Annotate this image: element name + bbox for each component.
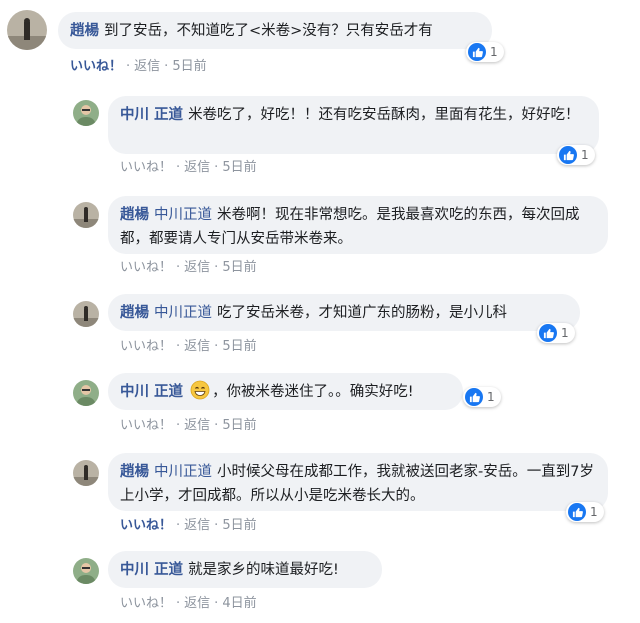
comment-author[interactable]: 趙楊: [70, 23, 99, 39]
separator: ·: [176, 339, 181, 354]
avatar-image: [73, 460, 99, 486]
separator: ·: [164, 59, 169, 74]
comment-bubble: 趙楊 中川正道 吃了安岳米卷，才知道广东的肠粉，是小儿科: [108, 294, 580, 331]
avatar[interactable]: [73, 202, 99, 228]
reaction-count-badge[interactable]: 1: [566, 502, 604, 522]
thumbs-up-icon: [568, 503, 586, 521]
reaction-count-badge[interactable]: 1: [463, 387, 501, 407]
comment-text: 吃了安岳米卷，才知道广东的肠粉，是小儿科: [217, 305, 507, 321]
comment-author[interactable]: 趙楊: [120, 207, 149, 223]
comment-author[interactable]: 中川 正道: [120, 107, 183, 123]
avatar[interactable]: [73, 460, 99, 486]
comment-actions: いいね！ · 返信 · 5日前: [120, 514, 257, 533]
timestamp[interactable]: 5日前: [222, 339, 256, 354]
mention-tag[interactable]: 中川正道: [154, 207, 212, 223]
reply-link[interactable]: 返信: [184, 260, 210, 275]
comment-text: ，你被米卷迷住了。。确实好吃!: [212, 384, 414, 400]
separator: ·: [214, 418, 219, 433]
comment-actions: いいね！ · 返信 · 5日前: [70, 55, 207, 74]
avatar[interactable]: [73, 380, 99, 406]
reaction-count: 1: [581, 148, 589, 162]
timestamp[interactable]: 5日前: [222, 260, 256, 275]
avatar[interactable]: [73, 100, 99, 126]
comment-bubble: 中川 正道 米卷吃了，好吃！！还有吃安岳酥肉，里面有花生，好好吃！: [108, 96, 599, 154]
like-link[interactable]: いいね！: [120, 418, 172, 433]
reaction-count: 1: [561, 326, 569, 340]
comment-text: 到了安岳，不知道吃了<米卷>没有？只有安岳才有: [104, 23, 433, 39]
comment-actions: いいね！ · 返信 · 5日前: [120, 335, 257, 354]
comment-author[interactable]: 中川 正道: [120, 562, 183, 578]
separator: ·: [214, 518, 219, 533]
comment-text: 就是家乡的味道最好吃!: [188, 562, 339, 578]
grinning-face-icon: [190, 380, 210, 400]
thumbs-up-icon: [539, 324, 557, 342]
comment-bubble: 趙楊 中川正道 米卷啊！现在非常想吃。是我最喜欢吃的东西，每次回成都，都要请人专门从…: [108, 196, 608, 254]
separator: ·: [176, 418, 181, 433]
comment-actions: いいね！ · 返信 · 5日前: [120, 414, 257, 433]
avatar-image: [7, 10, 47, 50]
timestamp[interactable]: 4日前: [222, 596, 256, 611]
thumbs-up-icon: [468, 43, 486, 61]
separator: ·: [176, 260, 181, 275]
avatar-image: [73, 100, 99, 126]
reply-link[interactable]: 返信: [184, 518, 210, 533]
comment-author[interactable]: 趙楊: [120, 464, 149, 480]
avatar-image: [73, 558, 99, 584]
reaction-count: 1: [490, 45, 498, 59]
comment-actions: いいね！ · 返信 · 5日前: [120, 256, 257, 275]
comment-actions: いいね！ · 返信 · 5日前: [120, 156, 257, 175]
separator: ·: [214, 596, 219, 611]
timestamp[interactable]: 5日前: [222, 418, 256, 433]
like-link[interactable]: いいね！: [120, 160, 172, 175]
timestamp[interactable]: 5日前: [222, 160, 256, 175]
separator: ·: [214, 160, 219, 175]
separator: ·: [214, 260, 219, 275]
comment-author[interactable]: 中川 正道: [120, 384, 183, 400]
comment-bubble: 趙楊 中川正道 小时候父母在成都工作，我就被送回老家-安岳。一直到7岁上小学，才回成…: [108, 453, 608, 511]
like-link[interactable]: いいね！: [120, 518, 172, 533]
avatar-image: [73, 301, 99, 327]
like-link[interactable]: いいね！: [70, 59, 122, 74]
separator: ·: [176, 160, 181, 175]
mention-tag[interactable]: 中川正道: [154, 464, 212, 480]
comment-bubble: 趙楊 到了安岳，不知道吃了<米卷>没有？只有安岳才有: [58, 12, 492, 49]
separator: ·: [126, 59, 131, 74]
like-link[interactable]: いいね！: [120, 339, 172, 354]
reply-link[interactable]: 返信: [134, 59, 160, 74]
reply-link[interactable]: 返信: [184, 160, 210, 175]
reaction-count-badge[interactable]: 1: [466, 42, 504, 62]
comment-actions: いいね！ · 返信 · 4日前: [120, 592, 257, 611]
thumbs-up-icon: [559, 146, 577, 164]
avatar[interactable]: [7, 10, 47, 50]
reply-link[interactable]: 返信: [184, 339, 210, 354]
avatar[interactable]: [73, 301, 99, 327]
timestamp[interactable]: 5日前: [172, 59, 206, 74]
mention-tag[interactable]: 中川正道: [154, 305, 212, 321]
reaction-count: 1: [590, 505, 598, 519]
thumbs-up-icon: [465, 388, 483, 406]
like-link[interactable]: いいね！: [120, 596, 172, 611]
separator: ·: [214, 339, 219, 354]
comment-text: 米卷吃了，好吃！！还有吃安岳酥肉，里面有花生，好好吃！: [188, 107, 580, 123]
avatar-image: [73, 380, 99, 406]
reaction-count-badge[interactable]: 1: [537, 323, 575, 343]
reply-link[interactable]: 返信: [184, 596, 210, 611]
comment-author[interactable]: 趙楊: [120, 305, 149, 321]
reaction-count: 1: [487, 390, 495, 404]
avatar[interactable]: [73, 558, 99, 584]
separator: ·: [176, 596, 181, 611]
separator: ·: [176, 518, 181, 533]
reply-link[interactable]: 返信: [184, 418, 210, 433]
reaction-count-badge[interactable]: 1: [557, 145, 595, 165]
like-link[interactable]: いいね！: [120, 260, 172, 275]
comment-bubble: 中川 正道 ，你被米卷迷住了。。确实好吃!: [108, 373, 463, 410]
comment-bubble: 中川 正道 就是家乡的味道最好吃!: [108, 551, 382, 588]
timestamp[interactable]: 5日前: [222, 518, 256, 533]
avatar-image: [73, 202, 99, 228]
